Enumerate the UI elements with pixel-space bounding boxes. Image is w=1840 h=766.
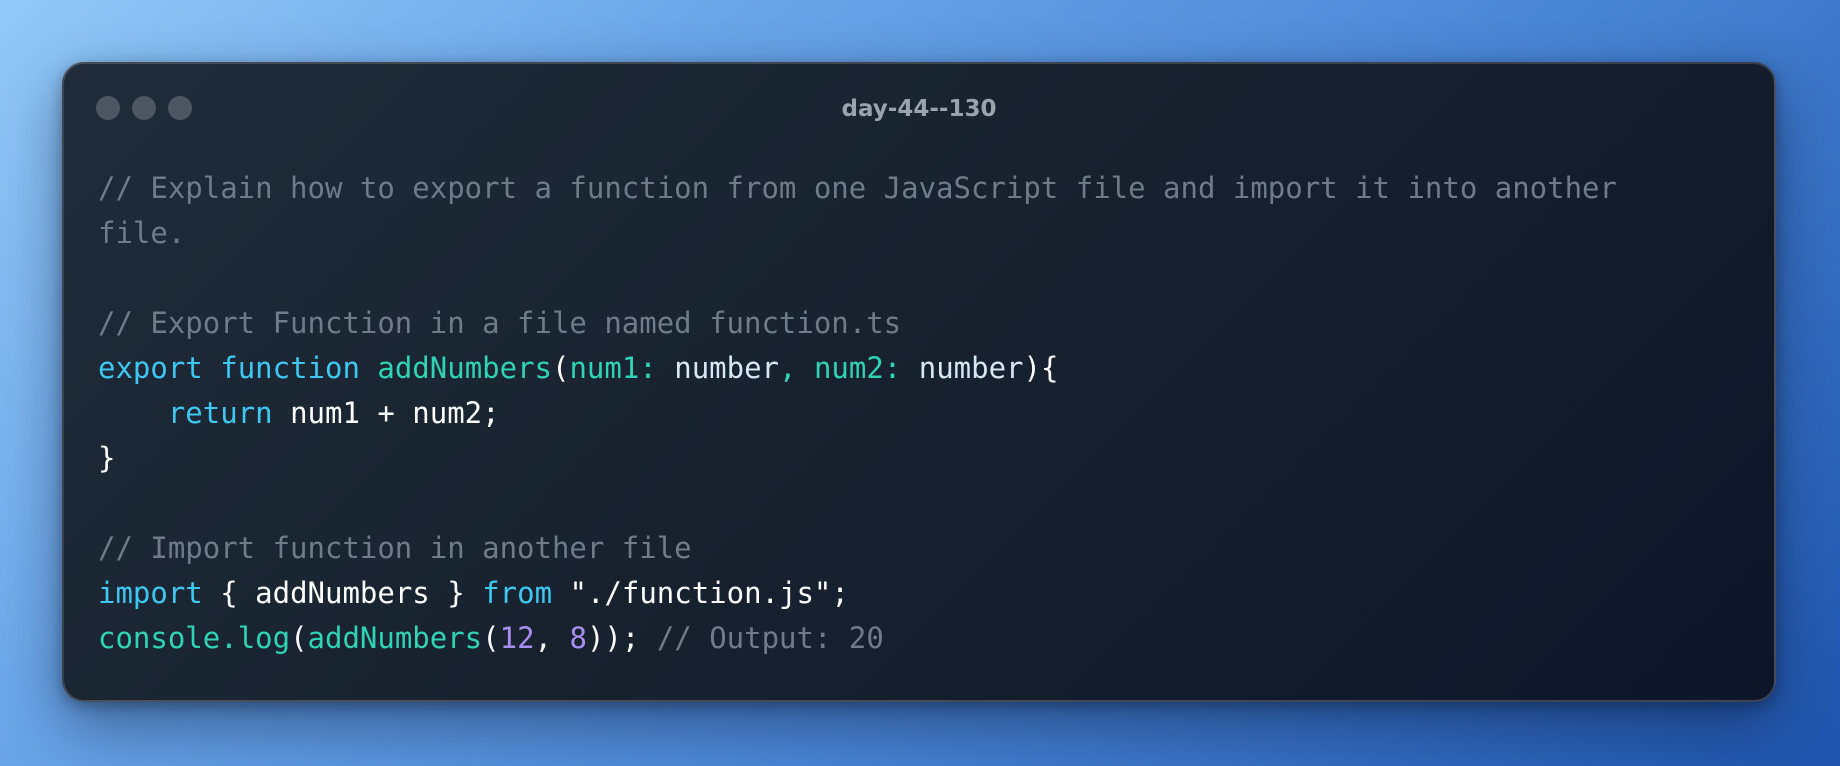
comment: file. [98,216,186,250]
code-line-6: return num1 + num2; [98,391,1740,436]
code-line-11: console.log(addNumbers(12, 8)); // Outpu… [98,616,1740,661]
type-name: number [674,351,780,385]
paren: ( [290,621,308,655]
comment: // Import function in another file [98,531,692,565]
keyword-import: import [98,576,203,610]
code-block: // Explain how to export a function from… [98,166,1740,661]
keyword-from: from [482,576,553,610]
window-title: day-44--130 [841,96,997,122]
keyword-return: return [167,396,273,430]
number-literal: 12 [499,621,535,655]
function-name: addNumbers [307,621,483,655]
comment: // Output: 20 [656,621,884,655]
comma: , [534,621,553,655]
type-name: number [918,351,1024,385]
paren: ( [552,351,570,385]
code-line-10: import { addNumbers } from "./function.j… [98,571,1740,616]
code-line-4: // Export Function in a file named funct… [98,301,1740,346]
import-path: "./function.js"; [569,576,849,610]
import-name: addNumbers [255,576,430,610]
paren: ( [482,621,500,655]
brace: { [220,576,238,610]
number-literal: 8 [569,621,587,655]
expression: num1 + num2; [290,396,500,430]
code-line-5: export function addNumbers(num1: number,… [98,346,1740,391]
dot: . [220,621,238,655]
keyword-function: function [220,351,360,385]
code-line-2: file. [98,211,1740,256]
comment: // Export Function in a file named funct… [98,306,902,340]
param-name: num2: [813,351,902,385]
brace: } [447,576,465,610]
comment: // Explain how to export a function from… [98,171,1617,205]
function-name: addNumbers [377,351,552,385]
code-line-9: // Import function in another file [98,526,1740,571]
code-line-1: // Explain how to export a function from… [98,166,1740,211]
keyword-export: export [98,351,203,385]
method-name: log [237,621,291,655]
paren: )); [586,621,640,655]
param-name: num1: [569,351,657,385]
comma: , [779,351,797,385]
object-name: console [98,621,221,655]
code-line-7: } [98,436,1740,481]
window-titlebar: day-44--130 [64,64,1774,156]
paren-brace: ){ [1023,351,1059,385]
brace: } [98,441,116,475]
code-window: day-44--130 // Explain how to export a f… [62,62,1776,702]
